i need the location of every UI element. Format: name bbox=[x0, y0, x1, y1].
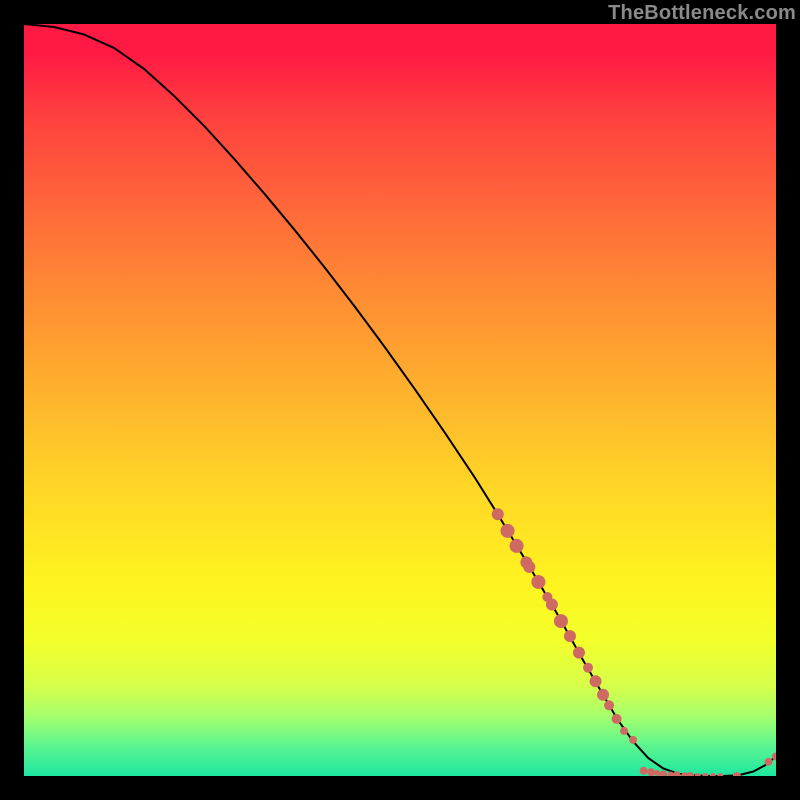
sample-point bbox=[546, 599, 558, 611]
chart-stage: TheBottleneck.com bbox=[0, 0, 800, 800]
watermark-label: TheBottleneck.com bbox=[608, 2, 796, 25]
bottleneck-curve bbox=[24, 24, 776, 776]
bottleneck-curve-path bbox=[24, 24, 776, 776]
sample-point bbox=[510, 539, 524, 553]
sample-point bbox=[710, 773, 716, 776]
sample-point bbox=[590, 675, 602, 687]
sample-point bbox=[523, 561, 535, 573]
sample-point bbox=[686, 772, 694, 776]
sample-point bbox=[764, 758, 772, 766]
plot-area bbox=[24, 24, 776, 776]
sample-point bbox=[554, 614, 568, 628]
sample-point bbox=[583, 663, 593, 673]
sample-point bbox=[620, 727, 628, 735]
sample-point bbox=[629, 736, 637, 744]
sample-point bbox=[640, 767, 648, 775]
sample-point bbox=[733, 772, 741, 776]
sample-points bbox=[492, 508, 776, 776]
sample-point bbox=[695, 773, 701, 776]
sample-point bbox=[647, 768, 655, 776]
sample-point bbox=[604, 700, 614, 710]
plot-overlay bbox=[24, 24, 776, 776]
sample-point bbox=[531, 575, 545, 589]
sample-point bbox=[659, 771, 667, 777]
sample-point bbox=[492, 508, 504, 520]
sample-point bbox=[717, 773, 723, 776]
sample-point bbox=[612, 714, 622, 724]
sample-point bbox=[501, 524, 515, 538]
sample-point bbox=[597, 689, 609, 701]
sample-point bbox=[702, 773, 708, 776]
sample-point bbox=[564, 630, 576, 642]
sample-point bbox=[573, 647, 585, 659]
